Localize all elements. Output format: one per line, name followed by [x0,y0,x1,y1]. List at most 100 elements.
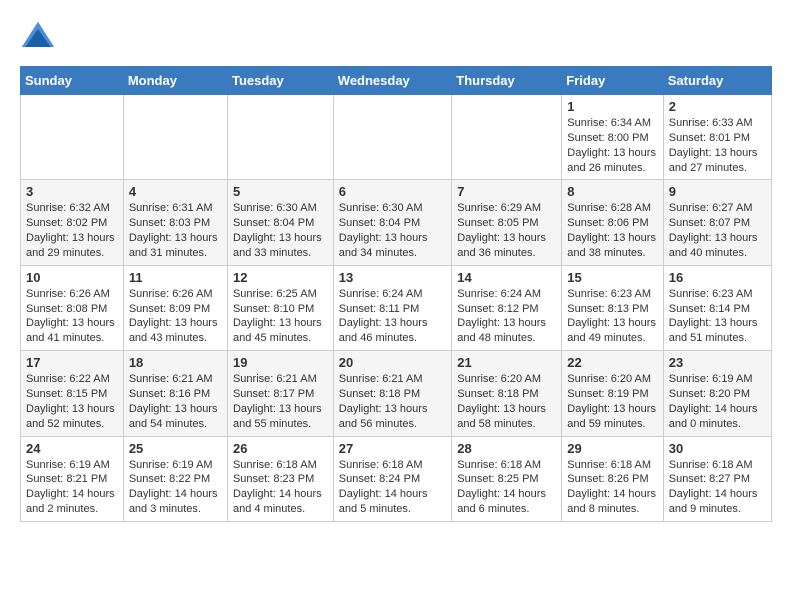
calendar-cell: 22 Sunrise: 6:20 AMSunset: 8:19 PMDayligh… [562,351,663,436]
week-row-0: 1 Sunrise: 6:34 AMSunset: 8:00 PMDaylight… [21,95,772,180]
day-number: 24 [26,441,118,456]
weekday-sunday: Sunday [21,67,124,95]
day-number: 13 [339,270,446,285]
weekday-header-row: SundayMondayTuesdayWednesdayThursdayFrid… [21,67,772,95]
calendar-cell: 18Sunrise: 6:21 AMSunset: 8:16 PMDayligh… [123,351,227,436]
day-info: Sunrise: 6:19 AMSunset: 8:20 PMDaylight:… [669,372,766,431]
day-number: 21 [457,355,556,370]
week-row-1: 3 Sunrise: 6:32 AMSunset: 8:02 PMDaylight… [21,180,772,265]
day-info: Sunrise: 6:21 AMSunset: 8:18 PMDaylight:… [339,372,446,431]
day-info: Sunrise: 6:18 AMSunset: 8:24 PMDaylight:… [339,458,446,517]
calendar-cell: 29 Sunrise: 6:18 AMSunset: 8:26 PMDayligh… [562,436,663,521]
day-info: Sunrise: 6:20 AMSunset: 8:18 PMDaylight:… [457,372,556,431]
day-info: Sunrise: 6:18 AMSunset: 8:27 PMDaylight:… [669,458,766,517]
day-number: 8 [567,184,657,199]
day-number: 6 [339,184,446,199]
calendar-cell [333,95,451,180]
week-row-2: 10 Sunrise: 6:26 AMSunset: 8:08 PMDayligh… [21,265,772,350]
calendar-cell: 1 Sunrise: 6:34 AMSunset: 8:00 PMDaylight… [562,95,663,180]
calendar-cell: 28Sunrise: 6:18 AMSunset: 8:25 PMDayligh… [452,436,562,521]
calendar-cell: 9 Sunrise: 6:27 AMSunset: 8:07 PMDaylight… [663,180,771,265]
day-info: Sunrise: 6:26 AMSunset: 8:08 PMDaylight:… [26,287,118,346]
day-number: 14 [457,270,556,285]
day-number: 20 [339,355,446,370]
page-header [20,20,772,56]
day-info: Sunrise: 6:18 AMSunset: 8:26 PMDaylight:… [567,458,657,517]
day-number: 22 [567,355,657,370]
calendar-body: 1 Sunrise: 6:34 AMSunset: 8:00 PMDaylight… [21,95,772,522]
weekday-tuesday: Tuesday [227,67,333,95]
calendar-cell: 4 Sunrise: 6:31 AMSunset: 8:03 PMDaylight… [123,180,227,265]
day-number: 19 [233,355,328,370]
calendar-cell: 7 Sunrise: 6:29 AMSunset: 8:05 PMDaylight… [452,180,562,265]
day-info: Sunrise: 6:33 AMSunset: 8:01 PMDaylight:… [669,116,766,175]
day-info: Sunrise: 6:21 AMSunset: 8:17 PMDaylight:… [233,372,328,431]
logo-icon [20,20,56,56]
day-number: 7 [457,184,556,199]
calendar-cell: 19 Sunrise: 6:21 AMSunset: 8:17 PMDayligh… [227,351,333,436]
calendar-cell: 20 Sunrise: 6:21 AMSunset: 8:18 PMDayligh… [333,351,451,436]
day-number: 3 [26,184,118,199]
calendar-cell [123,95,227,180]
weekday-saturday: Saturday [663,67,771,95]
day-info: Sunrise: 6:24 AMSunset: 8:12 PMDaylight:… [457,287,556,346]
day-number: 10 [26,270,118,285]
calendar-cell: 6 Sunrise: 6:30 AMSunset: 8:04 PMDaylight… [333,180,451,265]
day-info: Sunrise: 6:23 AMSunset: 8:14 PMDaylight:… [669,287,766,346]
day-info: Sunrise: 6:30 AMSunset: 8:04 PMDaylight:… [233,201,328,260]
calendar-cell [227,95,333,180]
calendar-cell: 21 Sunrise: 6:20 AMSunset: 8:18 PMDayligh… [452,351,562,436]
day-info: Sunrise: 6:25 AMSunset: 8:10 PMDaylight:… [233,287,328,346]
day-info: Sunrise: 6:32 AMSunset: 8:02 PMDaylight:… [26,201,118,260]
calendar-cell [21,95,124,180]
day-number: 16 [669,270,766,285]
day-info: Sunrise: 6:34 AMSunset: 8:00 PMDaylight:… [567,116,657,175]
weekday-friday: Friday [562,67,663,95]
week-row-4: 24 Sunrise: 6:19 AMSunset: 8:21 PMDayligh… [21,436,772,521]
calendar-cell: 23 Sunrise: 6:19 AMSunset: 8:20 PMDayligh… [663,351,771,436]
day-info: Sunrise: 6:26 AMSunset: 8:09 PMDaylight:… [129,287,222,346]
day-number: 30 [669,441,766,456]
calendar-table: SundayMondayTuesdayWednesdayThursdayFrid… [20,66,772,522]
day-info: Sunrise: 6:31 AMSunset: 8:03 PMDaylight:… [129,201,222,260]
calendar-cell: 17Sunrise: 6:22 AMSunset: 8:15 PMDayligh… [21,351,124,436]
day-number: 23 [669,355,766,370]
calendar-cell: 25Sunrise: 6:19 AMSunset: 8:22 PMDayligh… [123,436,227,521]
day-info: Sunrise: 6:30 AMSunset: 8:04 PMDaylight:… [339,201,446,260]
calendar-cell: 3 Sunrise: 6:32 AMSunset: 8:02 PMDaylight… [21,180,124,265]
day-number: 28 [457,441,556,456]
calendar-cell: 24 Sunrise: 6:19 AMSunset: 8:21 PMDayligh… [21,436,124,521]
calendar-header: SundayMondayTuesdayWednesdayThursdayFrid… [21,67,772,95]
day-info: Sunrise: 6:29 AMSunset: 8:05 PMDaylight:… [457,201,556,260]
day-number: 1 [567,99,657,114]
day-info: Sunrise: 6:23 AMSunset: 8:13 PMDaylight:… [567,287,657,346]
day-number: 9 [669,184,766,199]
day-info: Sunrise: 6:27 AMSunset: 8:07 PMDaylight:… [669,201,766,260]
day-number: 26 [233,441,328,456]
day-number: 18 [129,355,222,370]
week-row-3: 17Sunrise: 6:22 AMSunset: 8:15 PMDayligh… [21,351,772,436]
day-info: Sunrise: 6:18 AMSunset: 8:23 PMDaylight:… [233,458,328,517]
calendar-cell: 14 Sunrise: 6:24 AMSunset: 8:12 PMDayligh… [452,265,562,350]
calendar-cell [452,95,562,180]
day-info: Sunrise: 6:20 AMSunset: 8:19 PMDaylight:… [567,372,657,431]
calendar-cell: 12 Sunrise: 6:25 AMSunset: 8:10 PMDayligh… [227,265,333,350]
day-number: 5 [233,184,328,199]
calendar-cell: 2 Sunrise: 6:33 AMSunset: 8:01 PMDaylight… [663,95,771,180]
calendar-cell: 30 Sunrise: 6:18 AMSunset: 8:27 PMDayligh… [663,436,771,521]
day-info: Sunrise: 6:19 AMSunset: 8:21 PMDaylight:… [26,458,118,517]
weekday-wednesday: Wednesday [333,67,451,95]
day-number: 27 [339,441,446,456]
day-number: 15 [567,270,657,285]
calendar-cell: 26 Sunrise: 6:18 AMSunset: 8:23 PMDayligh… [227,436,333,521]
day-number: 4 [129,184,222,199]
day-number: 2 [669,99,766,114]
calendar-cell: 27 Sunrise: 6:18 AMSunset: 8:24 PMDayligh… [333,436,451,521]
calendar-cell: 11 Sunrise: 6:26 AMSunset: 8:09 PMDayligh… [123,265,227,350]
day-number: 17 [26,355,118,370]
day-info: Sunrise: 6:24 AMSunset: 8:11 PMDaylight:… [339,287,446,346]
day-number: 29 [567,441,657,456]
day-number: 11 [129,270,222,285]
calendar-cell: 15 Sunrise: 6:23 AMSunset: 8:13 PMDayligh… [562,265,663,350]
day-number: 12 [233,270,328,285]
